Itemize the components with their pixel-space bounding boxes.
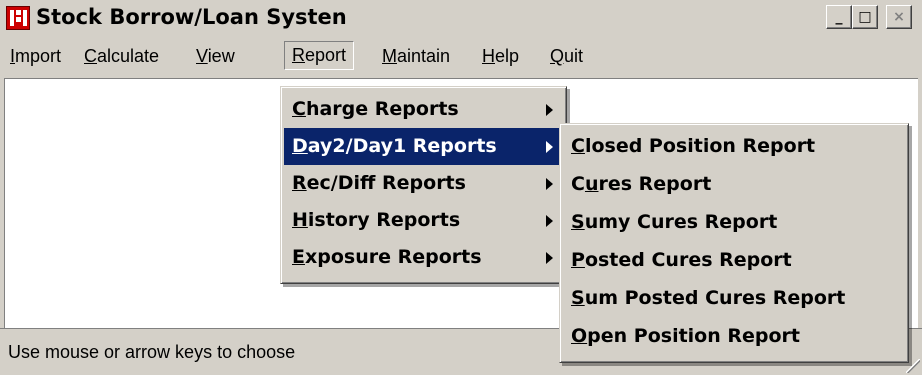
window-title: Stock Borrow/Loan Systen (36, 5, 347, 29)
menu-item-history-reports[interactable]: History Reports (284, 202, 563, 239)
menu-item-sumy-cures-report[interactable]: Sumy Cures Report (563, 204, 905, 241)
menu-quit[interactable]: Quit (550, 46, 583, 67)
app-window: Stock Borrow/Loan Systen _ □ × Import Ca… (0, 0, 922, 375)
menu-item-open-position-report[interactable]: Open Position Report (563, 318, 905, 355)
menu-item-closed-position-report[interactable]: Closed Position Report (563, 128, 905, 165)
menu-help[interactable]: Help (482, 46, 519, 67)
menu-report[interactable]: Report (284, 41, 355, 70)
menu-item-posted-cures-report[interactable]: Posted Cures Report (563, 242, 905, 279)
submenu-arrow-icon (546, 178, 553, 190)
submenu-arrow-icon (546, 215, 553, 227)
maximize-button[interactable]: □ (852, 5, 878, 29)
submenu-arrow-icon (546, 104, 553, 116)
submenu-arrow-icon (546, 252, 553, 264)
menu-item-day2-day1-reports[interactable]: Day2/Day1 Reports (284, 128, 563, 165)
report-menu: Charge Reports Day2/Day1 Reports Rec/Dif… (280, 86, 567, 284)
menu-view[interactable]: View (196, 46, 235, 67)
menu-item-sum-posted-cures-report[interactable]: Sum Posted Cures Report (563, 280, 905, 317)
status-text: Use mouse or arrow keys to choose (8, 342, 296, 362)
menu-calculate[interactable]: Calculate (84, 46, 159, 67)
menu-item-cures-report[interactable]: Cures Report (563, 166, 905, 203)
menu-item-exposure-reports[interactable]: Exposure Reports (284, 239, 563, 276)
menu-import[interactable]: Import (10, 46, 61, 67)
title-bar[interactable]: Stock Borrow/Loan Systen _ □ × (0, 0, 922, 36)
menu-maintain[interactable]: Maintain (382, 46, 450, 67)
submenu-arrow-icon (546, 141, 553, 153)
menu-bar: Import Calculate View Report Maintain He… (0, 38, 922, 78)
menu-item-charge-reports[interactable]: Charge Reports (284, 91, 563, 128)
menu-item-rec-diff-reports[interactable]: Rec/Diff Reports (284, 165, 563, 202)
minimize-button[interactable]: _ (826, 5, 852, 29)
app-icon[interactable] (6, 6, 30, 30)
close-button[interactable]: × (886, 5, 912, 29)
day2-day1-submenu: Closed Position Report Cures Report Sumy… (559, 123, 909, 363)
